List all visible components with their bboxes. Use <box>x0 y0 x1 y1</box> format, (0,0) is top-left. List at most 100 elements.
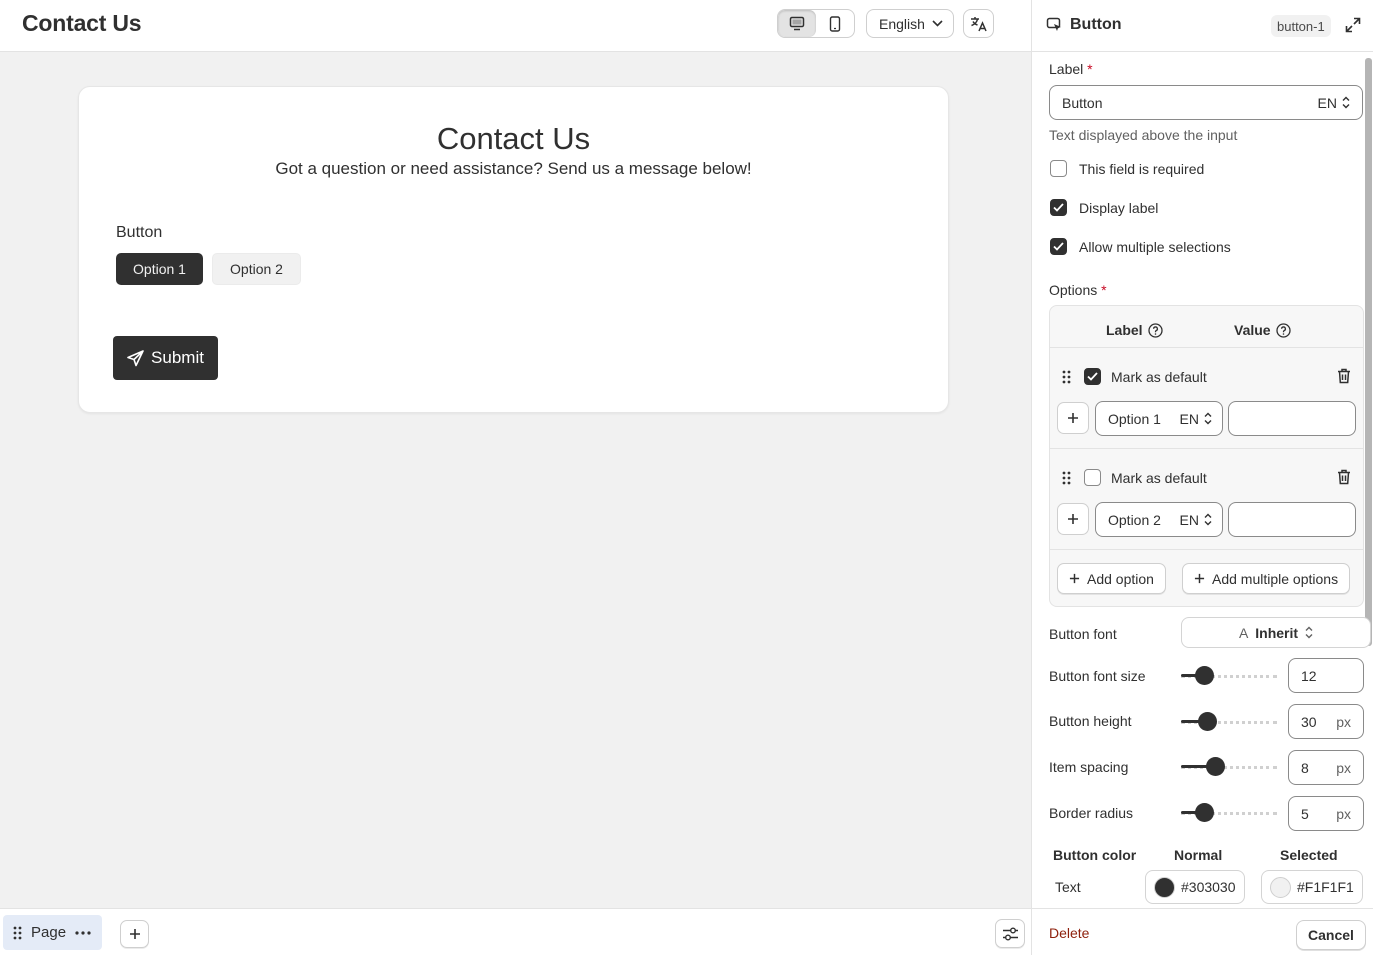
font-size-input[interactable]: 12 <box>1288 658 1364 693</box>
device-toggle <box>777 9 855 38</box>
chevron-updown-icon <box>1305 626 1313 639</box>
language-select[interactable]: English <box>866 9 954 38</box>
help-icon[interactable] <box>1147 322 1163 338</box>
button-height-slider[interactable] <box>1181 711 1277 731</box>
add-option-button[interactable]: Add option <box>1057 563 1166 594</box>
multiple-selection-checkbox[interactable] <box>1050 238 1067 255</box>
option-value-input[interactable] <box>1228 401 1356 436</box>
chevron-updown-icon <box>1204 513 1212 526</box>
more-options-icon[interactable] <box>75 930 91 935</box>
label-field-label: Label * <box>1049 61 1093 77</box>
mark-default-row[interactable]: Mark as default <box>1084 368 1207 385</box>
trash-icon[interactable] <box>1337 368 1351 384</box>
desktop-view-button[interactable] <box>778 10 816 37</box>
option-1-button[interactable]: Option 1 <box>116 253 203 285</box>
slider-label: Item spacing <box>1049 759 1129 775</box>
button-font-select[interactable]: A Inherit <box>1181 617 1371 648</box>
button-color-heading: Button color <box>1053 847 1137 863</box>
page-title: Contact Us <box>22 10 142 36</box>
option-row: Mark as default Option 2 EN <box>1050 449 1363 550</box>
mobile-view-button[interactable] <box>816 10 854 37</box>
panel-scrollbar[interactable] <box>1365 58 1372 646</box>
option-2-button[interactable]: Option 2 <box>212 253 301 285</box>
option-lang-select[interactable]: EN <box>1180 411 1212 427</box>
drag-handle-icon[interactable] <box>1062 370 1071 384</box>
slider-knob[interactable] <box>1195 803 1214 822</box>
border-radius-input[interactable]: 5 px <box>1288 796 1364 831</box>
option-lang-select[interactable]: EN <box>1180 512 1212 528</box>
drag-handle-icon <box>13 926 22 939</box>
translate-icon <box>971 16 987 31</box>
add-option-translation-button[interactable] <box>1057 402 1089 434</box>
item-spacing-slider[interactable] <box>1181 756 1277 776</box>
button-height-input[interactable]: 30 px <box>1288 704 1364 739</box>
slider-label: Button height <box>1049 713 1132 729</box>
desktop-icon <box>789 16 805 31</box>
mobile-icon <box>829 15 841 32</box>
slider-knob[interactable] <box>1195 666 1214 685</box>
chevron-updown-icon <box>1204 412 1212 425</box>
label-lang-select[interactable]: EN <box>1318 95 1350 111</box>
options-table: Label Value Mark as default Option 1 EN … <box>1049 305 1364 607</box>
mark-default-checkbox[interactable] <box>1084 469 1101 486</box>
bottom-bar: Page <box>0 908 1031 955</box>
options-table-header: Label Value <box>1050 306 1363 348</box>
cancel-button[interactable]: Cancel <box>1296 920 1366 950</box>
form-preview-card: Contact Us Got a question or need assist… <box>78 86 949 413</box>
slider-label: Button font size <box>1049 668 1146 684</box>
required-checkbox[interactable] <box>1050 160 1067 177</box>
add-multiple-options-button[interactable]: Add multiple options <box>1182 563 1351 594</box>
label-input[interactable]: Button EN <box>1049 85 1363 120</box>
option-label-input[interactable]: Option 2 EN <box>1095 502 1223 537</box>
drag-handle-icon[interactable] <box>1062 471 1071 485</box>
submit-button-label: Submit <box>151 348 204 367</box>
checkmark-icon <box>1053 242 1064 251</box>
panel-header: Button button-1 <box>1032 0 1373 52</box>
submit-button[interactable]: Submit <box>113 336 218 380</box>
page-chip[interactable]: Page <box>3 915 102 950</box>
text-selected-color-picker[interactable]: #F1F1F1 <box>1261 870 1363 904</box>
expand-icon[interactable] <box>1345 17 1361 33</box>
cursor-click-icon <box>1046 17 1061 31</box>
font-size-slider[interactable] <box>1181 665 1277 685</box>
font-a-icon: A <box>1238 624 1249 641</box>
required-checkbox-row[interactable]: This field is required <box>1050 160 1204 177</box>
sliders-icon <box>1002 927 1018 940</box>
settings-button[interactable] <box>995 919 1025 948</box>
translate-button[interactable] <box>963 9 994 38</box>
send-icon <box>127 349 144 366</box>
text-normal-color-picker[interactable]: #303030 <box>1145 870 1245 904</box>
button-font-label: Button font <box>1049 626 1117 642</box>
help-icon[interactable] <box>1275 322 1291 338</box>
plus-icon <box>1194 573 1205 584</box>
add-option-translation-button[interactable] <box>1057 503 1089 535</box>
checkmark-icon <box>1053 203 1064 212</box>
slider-knob[interactable] <box>1206 757 1225 776</box>
element-id-badge: button-1 <box>1271 15 1331 37</box>
panel-footer: Delete Cancel <box>1032 908 1373 955</box>
form-title: Contact Us <box>436 121 591 156</box>
plus-icon <box>1069 573 1080 584</box>
display-label-checkbox[interactable] <box>1050 199 1067 216</box>
page-chip-label: Page <box>31 924 67 941</box>
label-input-value: Button <box>1062 94 1103 111</box>
option-row: Mark as default Option 1 EN <box>1050 348 1363 449</box>
add-page-button[interactable] <box>120 920 149 948</box>
mark-default-row[interactable]: Mark as default <box>1084 469 1207 486</box>
color-swatch <box>1270 876 1291 898</box>
options-label: Options * <box>1049 282 1107 298</box>
checkmark-icon <box>1087 372 1098 381</box>
mark-default-checkbox[interactable] <box>1084 368 1101 385</box>
trash-icon[interactable] <box>1337 469 1351 485</box>
option-value-input[interactable] <box>1228 502 1356 537</box>
delete-button[interactable]: Delete <box>1049 925 1089 941</box>
chevron-updown-icon <box>1342 96 1350 109</box>
option-label-input[interactable]: Option 1 EN <box>1095 401 1223 436</box>
multiple-selection-checkbox-row[interactable]: Allow multiple selections <box>1050 238 1231 255</box>
slider-knob[interactable] <box>1198 712 1217 731</box>
border-radius-slider[interactable] <box>1181 802 1277 822</box>
display-label-checkbox-row[interactable]: Display label <box>1050 199 1158 216</box>
item-spacing-input[interactable]: 8 px <box>1288 750 1364 785</box>
label-help-text: Text displayed above the input <box>1049 127 1238 143</box>
plus-icon <box>1068 514 1078 524</box>
